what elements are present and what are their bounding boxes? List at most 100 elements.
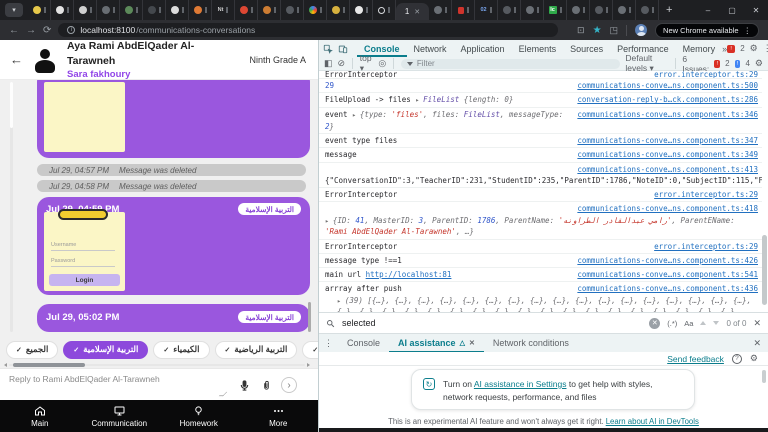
console-scrollbar-thumb[interactable] [762, 235, 767, 305]
message-bubble-image[interactable] [37, 80, 310, 158]
match-case-toggle[interactable]: Aa [684, 319, 693, 328]
back-button[interactable]: ← [10, 52, 23, 67]
extensions-icon[interactable]: ◳ [610, 25, 619, 36]
save-to-device-icon[interactable]: ⊡ [577, 25, 585, 36]
drawer-tab-network-conditions[interactable]: Network conditions [484, 334, 578, 353]
close-drawer-tab-icon[interactable]: ✕ [469, 339, 475, 347]
attach-button[interactable] [258, 377, 274, 393]
browser-tab[interactable] [567, 0, 590, 20]
url-bar[interactable]: i localhost:8100/communications-conversa… [58, 23, 558, 37]
console-source-link[interactable]: communications-conve…ns.component.ts:349 [577, 149, 758, 160]
browser-tab[interactable] [350, 0, 373, 20]
browser-menu-kebab-icon[interactable]: ⋮ [744, 26, 752, 35]
devtools-settings-gear-icon[interactable]: ⚙ [750, 43, 758, 54]
console-source-link[interactable]: communications-conve…ns.component.ts:346 [577, 109, 758, 120]
browser-tab[interactable] [373, 0, 396, 20]
live-expression-eye-icon[interactable]: ◎ [378, 58, 386, 69]
search-next-icon[interactable] [713, 321, 719, 325]
send-feedback-link[interactable]: Send feedback [667, 354, 724, 364]
search-previous-icon[interactable] [700, 321, 706, 325]
console-filter-input[interactable]: Filter [401, 59, 620, 69]
browser-tab[interactable] [327, 0, 350, 20]
scroll-left-arrow[interactable] [4, 363, 7, 367]
browser-tab[interactable]: Nt [212, 0, 235, 20]
tab-search-button[interactable]: ▾ [5, 3, 23, 17]
browser-tab[interactable] [97, 0, 120, 20]
maximize-button[interactable]: ▢ [720, 0, 744, 20]
browser-tab[interactable] [281, 0, 304, 20]
console-array-preview[interactable]: ▸ (39) [{…}, {…}, {…}, {…}, {…}, {…}, {…… [325, 295, 758, 313]
devtools-kebab-icon[interactable]: ⋮ [763, 43, 768, 54]
console-sidebar-icon[interactable]: ◧ [324, 58, 333, 69]
console-source-link[interactable]: conversation-reply-b…ck.component.ts:286 [577, 94, 758, 105]
nav-item-communication[interactable]: Communication [80, 400, 160, 432]
subject-chip[interactable]: الكيمياء✓ [153, 341, 209, 359]
profile-avatar[interactable] [635, 24, 647, 36]
attached-image[interactable] [44, 82, 125, 152]
console-url-link[interactable]: http://localhost:81 [366, 270, 452, 279]
inspect-element-icon[interactable] [323, 44, 338, 54]
console-source-link[interactable]: communications-conve…ns.component.ts:413 [577, 164, 758, 175]
browser-tab[interactable] [74, 0, 97, 20]
drawer-tab-console[interactable]: Console [338, 334, 389, 353]
new-tab-button[interactable]: + [666, 4, 672, 16]
console-source-link[interactable]: communications-conve…ns.component.ts:541 [577, 269, 758, 280]
close-search-icon[interactable]: ✕ [753, 318, 761, 329]
ai-panel-scrollbar-thumb[interactable] [762, 370, 766, 383]
console-settings-gear-icon[interactable]: ⚙ [755, 58, 763, 69]
browser-tab[interactable]: Ic [544, 0, 567, 20]
nav-item-homework[interactable]: Homework [159, 400, 239, 432]
regex-toggle[interactable]: (.*) [667, 319, 677, 328]
console-source-link[interactable]: error.interceptor.ts:29 [654, 241, 758, 252]
textarea-resize-handle[interactable] [219, 392, 227, 396]
nav-item-more[interactable]: More [239, 400, 319, 432]
clear-search-icon[interactable]: ✕ [649, 318, 660, 329]
console-source-link[interactable]: error.interceptor.ts:29 [654, 71, 758, 79]
browser-tab[interactable] [498, 0, 521, 20]
console-source-link[interactable]: communications-conve…ns.component.ts:426 [577, 255, 758, 266]
devtools-tab-sources[interactable]: Sources [563, 40, 610, 57]
right-scrollbar-thumb[interactable] [308, 302, 311, 332]
hscroll-thumb[interactable] [13, 363, 85, 367]
browser-tab[interactable] [166, 0, 189, 20]
console-source-link[interactable]: communications-conve…ns.component.ts:500 [577, 80, 758, 91]
browser-tab[interactable] [521, 0, 544, 20]
help-icon[interactable]: ? [732, 354, 742, 364]
learn-about-ai-link[interactable]: Learn about AI in DevTools [606, 417, 699, 426]
search-query[interactable]: selected [342, 318, 376, 328]
console-object-preview[interactable]: ▸ {ID: 41, MasterID: 3, ParentID: 1786, … [325, 215, 758, 238]
ai-settings-gear-icon[interactable]: ⚙ [750, 353, 758, 364]
reload-icon[interactable]: ⟳ [43, 25, 51, 36]
console-log[interactable]: error.interceptor.ts:29ErrorInterceptorc… [319, 71, 762, 312]
subject-chip[interactable]: التربية الإسلامية✓ [63, 341, 148, 359]
browser-tab[interactable] [51, 0, 74, 20]
subject-chip[interactable]: الجميع✓ [6, 341, 58, 359]
browser-tab[interactable] [258, 0, 281, 20]
close-tab-icon[interactable]: ✕ [414, 8, 420, 16]
back-icon[interactable]: ← [9, 25, 19, 36]
login-button[interactable]: Login [49, 274, 120, 286]
drawer-tab-ai-assistance[interactable]: AI assistance△✕ [389, 334, 484, 353]
scroll-right-arrow[interactable] [307, 363, 310, 367]
console-source-link[interactable]: error.interceptor.ts:29 [654, 189, 758, 200]
browser-tab[interactable] [120, 0, 143, 20]
subject-chip[interactable]: التربية الرياضية✓ [215, 341, 298, 359]
browser-tab[interactable] [636, 0, 659, 20]
mic-button[interactable] [236, 377, 252, 393]
browser-tab[interactable] [613, 0, 636, 20]
console-source-link[interactable]: communications-conve…ns.component.ts:418 [577, 204, 758, 213]
message-list[interactable]: Jul 29, 04:57 PM Message was deleted Jul… [0, 80, 318, 337]
browser-tab[interactable] [235, 0, 258, 20]
bookmark-star-icon[interactable]: ★ [593, 25, 602, 36]
console-source-link[interactable]: communications-conve…ns.component.ts:436 [577, 283, 758, 294]
browser-tab[interactable] [452, 0, 475, 20]
chrome-update-button[interactable]: New Chrome available ⋮ [655, 23, 759, 38]
device-toolbar-icon[interactable] [338, 44, 353, 54]
browser-tab[interactable] [143, 0, 166, 20]
ai-settings-link[interactable]: AI assistance in Settings [474, 379, 567, 389]
browser-tab[interactable] [189, 0, 212, 20]
forward-icon[interactable]: → [26, 25, 36, 36]
browser-tab[interactable] [429, 0, 452, 20]
left-scrollbar-thumb[interactable] [10, 82, 13, 128]
browser-tab[interactable] [28, 0, 51, 20]
